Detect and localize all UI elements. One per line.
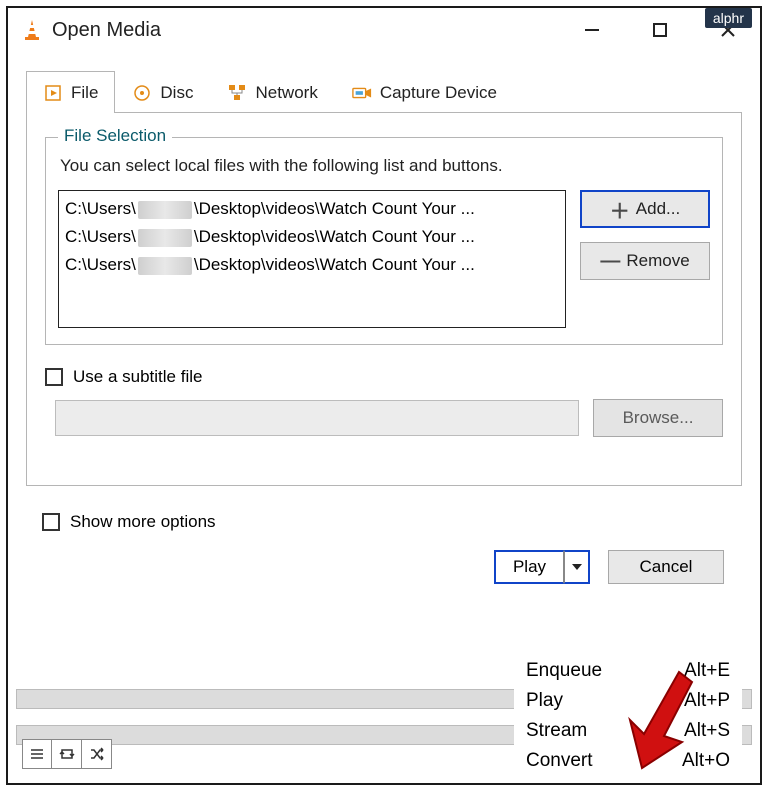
tab-disc[interactable]: Disc <box>115 71 210 113</box>
help-text: You can select local files with the foll… <box>60 156 710 176</box>
menu-label: Convert <box>526 750 593 772</box>
menu-item-stream[interactable]: Stream Alt+S <box>514 716 742 746</box>
menu-shortcut: Alt+P <box>684 690 730 712</box>
list-item[interactable]: C:\Users\\Desktop\videos\Watch Count You… <box>65 223 559 251</box>
button-label: Cancel <box>640 557 693 577</box>
titlebar: Open Media <box>8 8 760 52</box>
tab-bar: File Disc Network Capture Device <box>26 70 742 112</box>
file-icon <box>43 83 63 103</box>
browse-button: Browse... <box>593 399 723 437</box>
menu-shortcut: Alt+O <box>682 750 730 772</box>
file-list[interactable]: C:\Users\\Desktop\videos\Watch Count You… <box>58 190 566 328</box>
button-label: Browse... <box>623 408 694 428</box>
menu-label: Stream <box>526 720 587 742</box>
window-title: Open Media <box>52 19 578 42</box>
list-item[interactable]: C:\Users\\Desktop\videos\Watch Count You… <box>65 195 559 223</box>
play-dropdown-menu: Enqueue Alt+E Play Alt+P Stream Alt+S Co… <box>514 656 742 776</box>
redacted-text <box>138 257 192 275</box>
checkbox-label: Show more options <box>70 512 216 532</box>
redacted-text <box>138 229 192 247</box>
checkbox-label: Use a subtitle file <box>73 367 202 387</box>
button-label: Add... <box>636 199 680 219</box>
menu-label: Enqueue <box>526 660 602 682</box>
add-button[interactable]: ＋ Add... <box>580 190 710 228</box>
show-more-checkbox[interactable] <box>42 513 60 531</box>
disc-icon <box>132 83 152 103</box>
file-selection-group: File Selection You can select local file… <box>45 137 723 345</box>
tab-label: Capture Device <box>380 83 497 103</box>
playlist-toggle-icon[interactable] <box>22 739 52 769</box>
loop-icon[interactable] <box>52 739 82 769</box>
redacted-text <box>138 201 192 219</box>
menu-shortcut: Alt+E <box>684 660 730 682</box>
use-subtitle-checkbox[interactable] <box>45 368 63 386</box>
minimize-button[interactable] <box>578 16 606 44</box>
tab-capture[interactable]: Capture Device <box>335 71 514 113</box>
play-dropdown-toggle[interactable] <box>564 550 590 584</box>
network-icon <box>227 83 247 103</box>
tab-network[interactable]: Network <box>210 71 334 113</box>
subtitle-path-input <box>55 400 579 436</box>
watermark-badge: alphr <box>705 8 752 28</box>
capture-icon <box>352 83 372 103</box>
menu-item-play[interactable]: Play Alt+P <box>514 686 742 716</box>
maximize-button[interactable] <box>646 16 674 44</box>
vlc-cone-icon <box>22 19 42 41</box>
menu-label: Play <box>526 690 563 712</box>
play-button[interactable]: Play <box>494 550 564 584</box>
tab-label: File <box>71 83 98 103</box>
plus-icon: ＋ <box>610 195 630 224</box>
tab-label: Network <box>255 83 317 103</box>
list-item[interactable]: C:\Users\\Desktop\videos\Watch Count You… <box>65 251 559 279</box>
button-label: Remove <box>626 251 689 271</box>
cancel-button[interactable]: Cancel <box>608 550 724 584</box>
chevron-down-icon <box>571 563 583 571</box>
menu-item-convert[interactable]: Convert Alt+O <box>514 746 742 776</box>
tab-label: Disc <box>160 83 193 103</box>
menu-shortcut: Alt+S <box>684 720 730 742</box>
group-legend: File Selection <box>58 126 172 146</box>
shuffle-icon[interactable] <box>82 739 112 769</box>
tab-panel: File Selection You can select local file… <box>26 112 742 486</box>
tab-file[interactable]: File <box>26 71 115 113</box>
button-label: Play <box>513 557 546 577</box>
remove-button[interactable]: — Remove <box>580 242 710 280</box>
menu-item-enqueue[interactable]: Enqueue Alt+E <box>514 656 742 686</box>
minus-icon: — <box>600 250 620 273</box>
